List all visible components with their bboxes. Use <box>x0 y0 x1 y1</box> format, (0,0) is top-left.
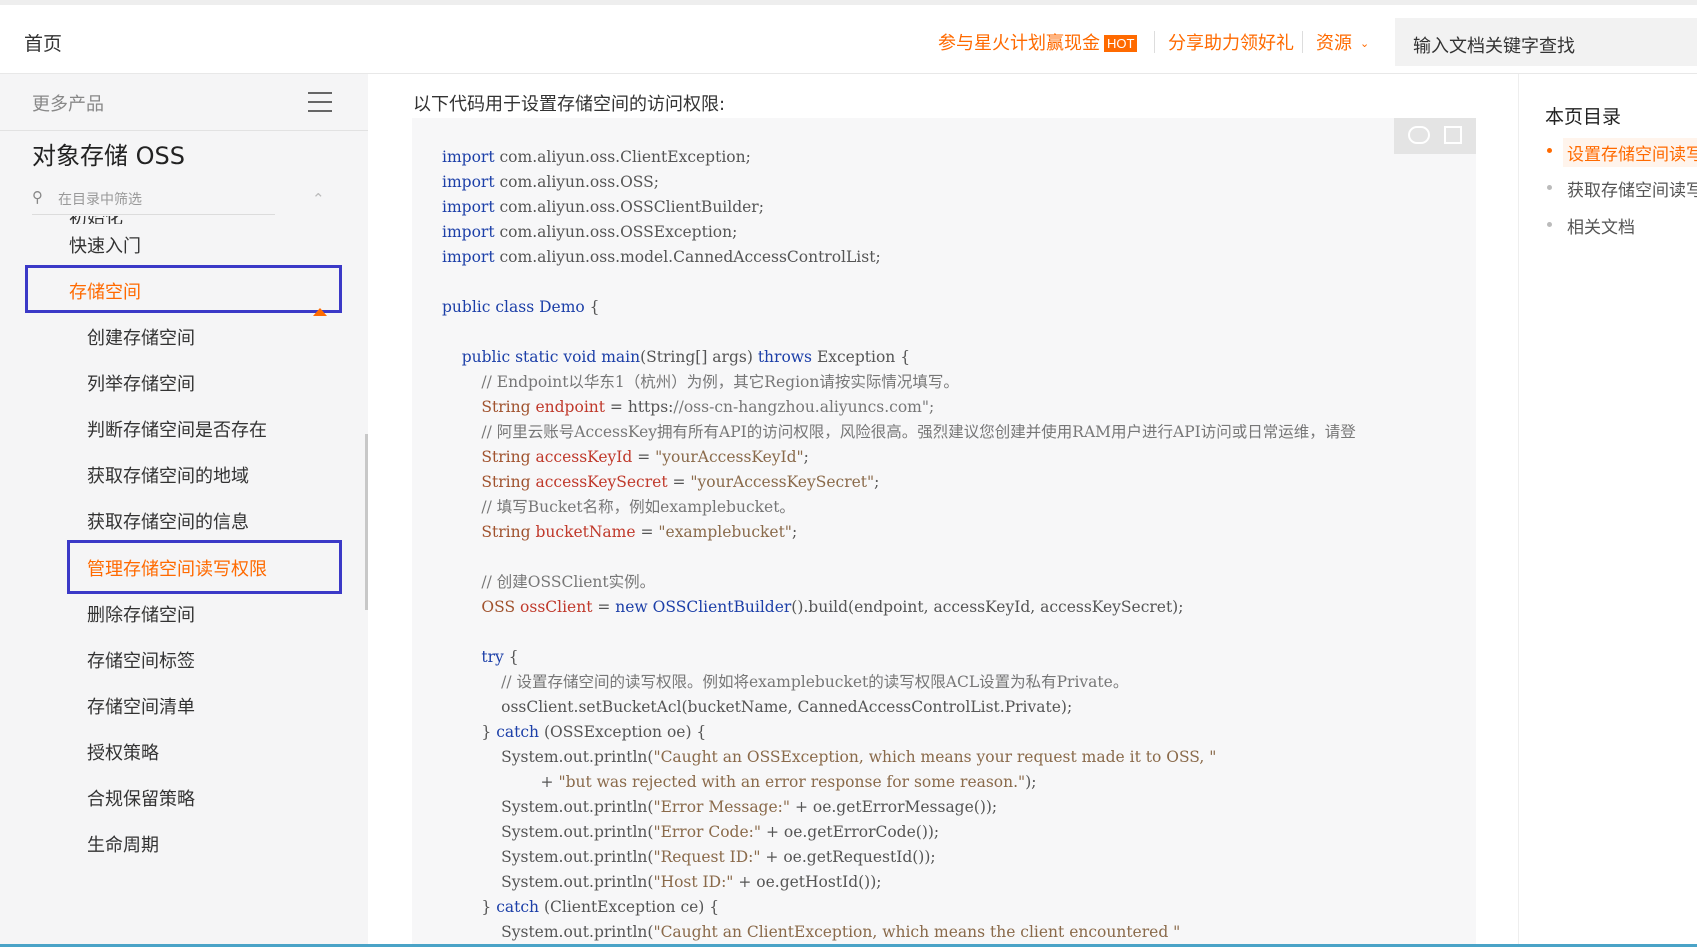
code-line: import com.aliyun.oss.OSSClientBuilder; <box>442 198 764 216</box>
toc-title: 本页目录 <box>1545 106 1622 128</box>
divider <box>1154 31 1155 53</box>
code-line: String accessKeyId = "yourAccessKeyId"; <box>481 448 809 466</box>
sidebar-item-retention-policy[interactable]: 合规保留策略 <box>87 785 195 811</box>
sidebar-item-bucket-inventory[interactable]: 存储空间清单 <box>87 693 195 719</box>
code-line: System.out.println("Caught an OSSExcepti… <box>442 748 1217 766</box>
page-toc: 本页目录 设置存储空间读写 获取存储空间读写 相关文档 <box>1518 74 1697 947</box>
code-line: ossClient.setBucketAcl(bucketName, Canne… <box>442 698 1073 716</box>
code-line: // 设置存储空间的读写权限。例如将examplebucket的读写权限ACL设… <box>501 673 1129 691</box>
sidebar-item-bucket-tags[interactable]: 存储空间标签 <box>87 647 195 673</box>
sidebar-item-bucket[interactable]: 存储空间 <box>69 278 141 304</box>
sidebar-item-bucket-policy[interactable]: 授权策略 <box>87 739 159 765</box>
search-input[interactable]: 输入文档关键字查找 <box>1395 18 1697 66</box>
more-products-label[interactable]: 更多产品 <box>32 90 104 116</box>
sidebar-item-lifecycle[interactable]: 生命周期 <box>87 831 159 857</box>
code-line: public class Demo { <box>442 298 600 316</box>
code-line: System.out.println("Error Code:" + oe.ge… <box>442 823 940 841</box>
code-line: System.out.println("Host ID:" + oe.getHo… <box>442 873 882 891</box>
search-icon: ⚲ <box>32 188 43 206</box>
intro-text: 以下代码用于设置存储空间的访问权限: <box>413 94 726 115</box>
collapse-up-icon[interactable]: ⌃ <box>312 190 325 208</box>
code-line: String bucketName = "examplebucket"; <box>481 523 798 541</box>
code-line: try { <box>481 648 519 666</box>
code-line: + "but was rejected with an error respon… <box>442 773 1037 791</box>
code-line: System.out.println("Caught an ClientExce… <box>442 923 1181 941</box>
theme-toggle-icon[interactable] <box>1408 126 1430 144</box>
filter-placeholder: 在目录中筛选 <box>58 192 142 208</box>
hot-badge: HOT <box>1104 35 1138 52</box>
sidebar-item-list-buckets[interactable]: 列举存储空间 <box>87 370 195 396</box>
code-line: import com.aliyun.oss.model.CannedAccess… <box>442 248 881 266</box>
sidebar-item-bucket-acl[interactable]: 管理存储空间读写权限 <box>87 555 267 581</box>
code-line: // 阿里云账号AccessKey拥有所有API的访问权限，风险很高。强烈建议您… <box>481 423 1356 441</box>
code-line: import com.aliyun.oss.OSSException; <box>442 223 738 241</box>
bullet-icon <box>1547 222 1552 227</box>
code-line: // 填写Bucket名称，例如examplebucket。 <box>481 498 795 516</box>
main-content: 以下代码用于设置存储空间的访问权限: import com.aliyun.oss… <box>368 74 1518 947</box>
code-line: // Endpoint以华东1（杭州）为例，其它Region请按实际情况填写。 <box>481 373 959 391</box>
copy-icon[interactable] <box>1444 126 1462 144</box>
sidebar: 更多产品 对象存储 OSS ⚲ 在目录中筛选 ⌃ 初始化 快速入门 存储空间 创… <box>0 74 368 947</box>
bullet-icon <box>1547 148 1552 153</box>
home-link[interactable]: 首页 <box>24 29 62 56</box>
divider <box>0 130 368 131</box>
share-link[interactable]: 分享助力领好礼 <box>1168 29 1294 55</box>
sidebar-item-quickstart[interactable]: 快速入门 <box>69 232 141 258</box>
sidebar-item-delete-bucket[interactable]: 删除存储空间 <box>87 601 195 627</box>
sidebar-item-partial[interactable]: 初始化 <box>69 216 123 224</box>
code-line: import com.aliyun.oss.ClientException; <box>442 148 751 166</box>
code-line: System.out.println("Request ID:" + oe.ge… <box>442 848 936 866</box>
filter-input[interactable]: ⚲ 在目录中筛选 <box>32 186 275 215</box>
bullet-icon <box>1547 185 1552 190</box>
code-line: OSS ossClient = new OSSClientBuilder().b… <box>481 598 1184 616</box>
menu-icon[interactable] <box>308 92 332 114</box>
sidebar-item-bucket-info[interactable]: 获取存储空间的信息 <box>87 508 249 534</box>
code-line: System.out.println("Error Message:" + oe… <box>442 798 998 816</box>
caret-up-icon[interactable] <box>313 308 327 316</box>
chevron-down-icon[interactable]: ⌄ <box>1360 37 1369 50</box>
product-title: 对象存储 OSS <box>32 142 185 170</box>
promo-link[interactable]: 参与星火计划赢现金 <box>938 29 1100 55</box>
code-line: } catch (OSSException oe) { <box>442 723 707 741</box>
code-line: // 创建OSSClient实例。 <box>481 573 656 591</box>
toc-item-set-acl[interactable]: 设置存储空间读写 <box>1563 138 1697 167</box>
code-toolbar <box>1394 118 1476 154</box>
toc-item-related-docs[interactable]: 相关文档 <box>1567 213 1635 238</box>
toc-item-get-acl[interactable]: 获取存储空间读写 <box>1567 176 1697 201</box>
top-bar: 首页 参与星火计划赢现金 HOT 分享助力领好礼 资源 ⌄ 输入文档关键字查找 <box>0 0 1697 74</box>
code-block: import com.aliyun.oss.ClientException; im… <box>412 118 1476 947</box>
sidebar-item-create-bucket[interactable]: 创建存储空间 <box>87 324 195 350</box>
code-text: import com.aliyun.oss.ClientException; im… <box>442 145 1356 945</box>
code-line: } catch (ClientException ce) { <box>442 898 720 916</box>
resources-menu[interactable]: 资源 <box>1316 29 1352 55</box>
code-line: public static void main(String[] args) t… <box>461 348 911 366</box>
code-line: import com.aliyun.oss.OSS; <box>442 173 659 191</box>
sidebar-item-bucket-exists[interactable]: 判断存储空间是否存在 <box>87 416 267 442</box>
sidebar-item-bucket-region[interactable]: 获取存储空间的地域 <box>87 462 249 488</box>
code-line: String accessKeySecret = "yourAccessKeyS… <box>481 473 880 491</box>
code-line: String endpoint = https://oss-cn-hangzho… <box>481 398 935 416</box>
divider <box>1302 31 1303 53</box>
